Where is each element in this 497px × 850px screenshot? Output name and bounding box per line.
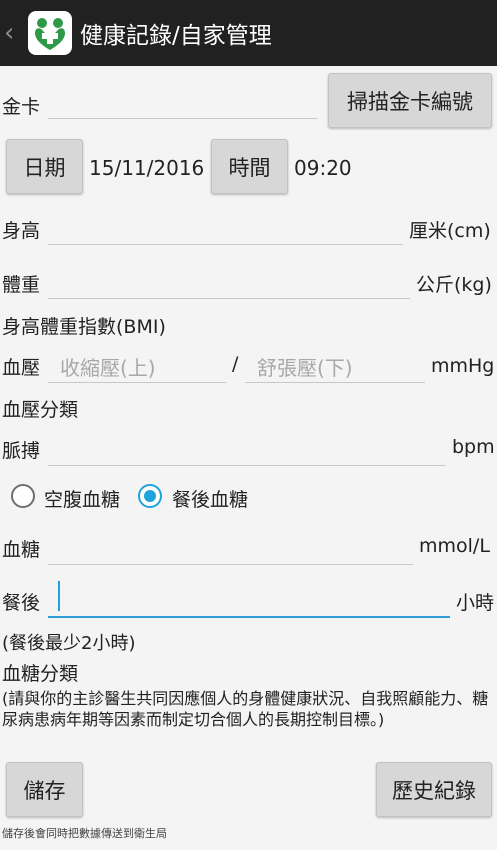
- app-logo-icon[interactable]: [28, 11, 72, 55]
- height-label: 身高: [2, 220, 41, 242]
- fasting-label[interactable]: 空腹血糖: [44, 485, 120, 512]
- weight-input[interactable]: [48, 298, 410, 299]
- bp-unit: mmHg: [431, 355, 495, 377]
- after-meal-label: 餐後: [2, 592, 41, 614]
- diastolic-input-placeholder: 舒張壓(下): [257, 356, 353, 380]
- pulse-unit: bpm: [452, 436, 495, 458]
- postprandial-label[interactable]: 餐後血糖: [172, 485, 248, 512]
- glucose-unit: mmol/L: [419, 535, 490, 557]
- action-bar: ‹ 健康記錄/自家管理: [0, 0, 497, 66]
- bp-category-label: 血壓分類: [2, 399, 79, 421]
- history-button[interactable]: 歷史紀錄: [376, 762, 492, 817]
- glucose-category-label: 血糖分類: [2, 663, 79, 685]
- time-value: 09:20: [294, 156, 352, 180]
- after-meal-unit: 小時: [456, 592, 495, 614]
- fasting-radio[interactable]: [11, 484, 35, 508]
- weight-unit: 公斤(kg): [416, 274, 492, 296]
- time-button[interactable]: 時間: [211, 139, 288, 194]
- glucose-input[interactable]: [48, 564, 413, 565]
- weight-label: 體重: [2, 274, 41, 296]
- back-chevron-icon[interactable]: ‹: [4, 0, 26, 66]
- blood-pressure-label: 血壓: [2, 357, 41, 379]
- systolic-input[interactable]: [48, 382, 226, 383]
- postprandial-radio[interactable]: [138, 484, 162, 508]
- footer-note: 儲存後會同時把數據傳送到衛生局: [2, 827, 167, 840]
- page-title: 健康記錄/自家管理: [80, 23, 272, 49]
- pulse-input[interactable]: [48, 465, 446, 466]
- after-meal-hint: (餐後最少2小時): [2, 633, 136, 654]
- bmi-label: 身高體重指數(BMI): [2, 316, 166, 338]
- height-input[interactable]: [48, 244, 403, 245]
- text-cursor: [58, 581, 60, 611]
- pulse-label: 脈搏: [2, 440, 41, 462]
- glucose-label: 血糖: [2, 539, 41, 561]
- diastolic-input[interactable]: [245, 382, 425, 383]
- save-button[interactable]: 儲存: [6, 762, 83, 817]
- gold-card-label: 金卡: [2, 96, 41, 118]
- after-meal-hours-input[interactable]: [48, 616, 450, 618]
- systolic-input-placeholder: 收縮壓(上): [60, 356, 156, 380]
- height-unit: 厘米(cm): [409, 220, 491, 242]
- date-value: 15/11/2016: [89, 156, 205, 180]
- bp-separator: /: [232, 353, 239, 375]
- scan-gold-card-button[interactable]: 掃描金卡編號: [328, 73, 492, 128]
- date-button[interactable]: 日期: [6, 139, 83, 194]
- gold-card-input[interactable]: [48, 118, 318, 119]
- advice-note: (請與你的主診醫生共同因應個人的身體健康狀況、自我照顧能力、糖尿病患病年期等因素…: [2, 689, 489, 729]
